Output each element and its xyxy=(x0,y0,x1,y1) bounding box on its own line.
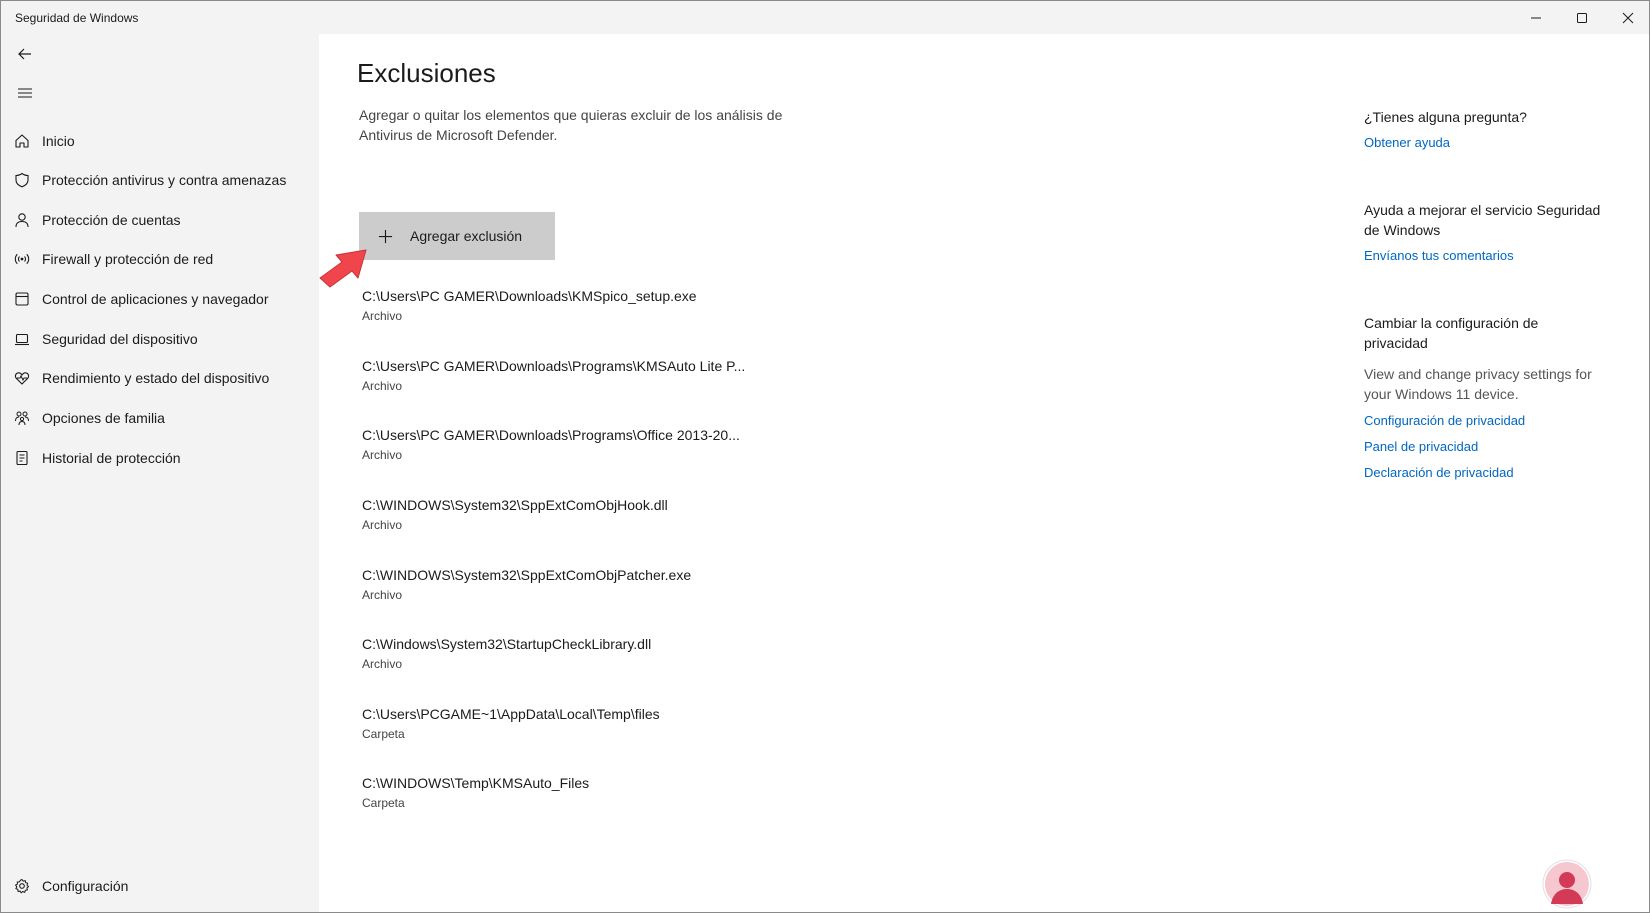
privacy-description: View and change privacy settings for you… xyxy=(1364,366,1592,402)
watermark-logo-icon xyxy=(1542,859,1592,909)
close-icon xyxy=(1622,12,1634,23)
exclusion-path: C:\Users\PC GAMER\Downloads\KMSpico_setu… xyxy=(362,288,697,304)
sidebar-item-family-options[interactable]: Opciones de familia xyxy=(1,399,319,437)
exclusion-type: Archivo xyxy=(362,309,403,323)
exclusion-type: Carpeta xyxy=(362,796,405,810)
maximize-icon xyxy=(1577,12,1587,23)
annotation-arrow-icon xyxy=(319,249,367,288)
exclusion-type: Archivo xyxy=(362,518,403,532)
minimize-icon xyxy=(1531,17,1541,18)
exclusion-type: Archivo xyxy=(362,379,403,393)
sidebar-item-settings[interactable]: Configuración xyxy=(1,867,319,905)
person-icon xyxy=(13,211,31,229)
sidebar-item-protection-history[interactable]: Historial de protección xyxy=(1,439,319,477)
get-help-link[interactable]: Obtener ayuda xyxy=(1364,135,1450,150)
shield-icon xyxy=(13,171,31,189)
sidebar-item-home[interactable]: Inicio xyxy=(1,122,319,160)
exclusion-item[interactable]: C:\WINDOWS\Temp\KMSAuto_Files Carpeta xyxy=(359,775,959,829)
privacy-settings-link[interactable]: Configuración de privacidad xyxy=(1364,413,1525,428)
exclusion-item[interactable]: C:\WINDOWS\System32\SppExtComObjHook.dll… xyxy=(359,497,959,551)
feedback-link[interactable]: Envíanos tus comentarios xyxy=(1364,248,1514,263)
app-window: Seguridad de Windows Inicio Protección a… xyxy=(0,0,1650,913)
window-title: Seguridad de Windows xyxy=(15,11,139,25)
sidebar-item-label: Seguridad del dispositivo xyxy=(42,331,198,347)
home-icon xyxy=(13,132,31,150)
page-title: Exclusiones xyxy=(357,58,496,88)
sidebar-item-label: Historial de protección xyxy=(42,450,181,466)
sidebar-item-label: Control de aplicaciones y navegador xyxy=(42,291,269,307)
question-heading: ¿Tienes alguna pregunta? xyxy=(1364,109,1527,125)
title-bar: Seguridad de Windows xyxy=(1,1,1649,34)
back-button[interactable] xyxy=(13,42,37,66)
exclusion-path: C:\WINDOWS\Temp\KMSAuto_Files xyxy=(362,775,590,791)
sidebar-item-label: Protección de cuentas xyxy=(42,212,181,228)
family-icon xyxy=(13,409,31,427)
sidebar-item-device-security[interactable]: Seguridad del dispositivo xyxy=(1,320,319,358)
sidebar-item-firewall[interactable]: Firewall y protección de red xyxy=(1,240,319,278)
exclusion-path: C:\WINDOWS\System32\SppExtComObjHook.dll xyxy=(362,497,668,513)
exclusion-item[interactable]: C:\Users\PCGAME~1\AppData\Local\Temp\fil… xyxy=(359,706,959,760)
exclusion-type: Archivo xyxy=(362,657,403,671)
exclusion-item[interactable]: C:\Windows\System32\StartupCheckLibrary.… xyxy=(359,636,959,690)
exclusion-type: Archivo xyxy=(362,588,403,602)
add-exclusion-button[interactable]: Agregar exclusión xyxy=(359,212,555,260)
sidebar-item-label: Opciones de familia xyxy=(42,410,165,426)
exclusion-type: Archivo xyxy=(362,448,403,462)
privacy-heading: Cambiar la configuración de privacidad xyxy=(1364,315,1539,351)
privacy-statement-link[interactable]: Declaración de privacidad xyxy=(1364,465,1514,480)
exclusion-type: Carpeta xyxy=(362,727,405,741)
app-window-icon xyxy=(13,290,31,308)
sidebar-item-account-protection[interactable]: Protección de cuentas xyxy=(1,201,319,239)
add-exclusion-label: Agregar exclusión xyxy=(410,228,523,244)
hamburger-menu-icon xyxy=(18,88,32,98)
sidebar-item-virus-protection[interactable]: Protección antivirus y contra amenazas xyxy=(1,161,319,199)
menu-button[interactable] xyxy=(13,81,37,105)
sidebar-item-label: Rendimiento y estado del dispositivo xyxy=(42,370,270,386)
wireless-icon xyxy=(13,250,31,268)
page-description: Agregar o quitar los elementos que quier… xyxy=(359,107,783,143)
improve-heading: Ayuda a mejorar el servicio Seguridad de… xyxy=(1364,202,1601,238)
sidebar-item-app-browser-control[interactable]: Control de aplicaciones y navegador xyxy=(1,280,319,318)
exclusion-item[interactable]: C:\WINDOWS\System32\SppExtComObjPatcher.… xyxy=(359,567,959,621)
sidebar-item-label: Inicio xyxy=(42,133,75,149)
sidebar-item-device-performance[interactable]: Rendimiento y estado del dispositivo xyxy=(1,359,319,397)
close-button[interactable] xyxy=(1605,1,1650,34)
exclusion-item[interactable]: C:\Users\PC GAMER\Downloads\KMSpico_setu… xyxy=(359,288,959,342)
laptop-icon xyxy=(13,330,31,348)
exclusion-item[interactable]: C:\Users\PC GAMER\Downloads\Programs\KMS… xyxy=(359,358,959,412)
back-arrow-icon xyxy=(18,48,31,60)
exclusion-item[interactable]: C:\Users\PC GAMER\Downloads\Programs\Off… xyxy=(359,427,959,481)
sidebar: Inicio Protección antivirus y contra ame… xyxy=(1,34,319,912)
exclusion-path: C:\Users\PC GAMER\Downloads\Programs\Off… xyxy=(362,427,740,443)
exclusion-path: C:\Users\PCGAME~1\AppData\Local\Temp\fil… xyxy=(362,706,660,722)
exclusion-path: C:\Windows\System32\StartupCheckLibrary.… xyxy=(362,636,652,652)
sidebar-item-label: Configuración xyxy=(42,878,129,894)
plus-icon xyxy=(377,228,393,244)
exclusion-path: C:\WINDOWS\System32\SppExtComObjPatcher.… xyxy=(362,567,692,583)
gear-icon xyxy=(13,877,31,895)
privacy-dashboard-link[interactable]: Panel de privacidad xyxy=(1364,439,1478,454)
minimize-button[interactable] xyxy=(1513,1,1559,34)
history-icon xyxy=(13,449,31,467)
sidebar-item-label: Protección antivirus y contra amenazas xyxy=(42,172,287,188)
exclusion-path: C:\Users\PC GAMER\Downloads\Programs\KMS… xyxy=(362,358,746,374)
maximize-button[interactable] xyxy=(1559,1,1605,34)
heart-pulse-icon xyxy=(13,369,31,387)
sidebar-item-label: Firewall y protección de red xyxy=(42,251,214,267)
